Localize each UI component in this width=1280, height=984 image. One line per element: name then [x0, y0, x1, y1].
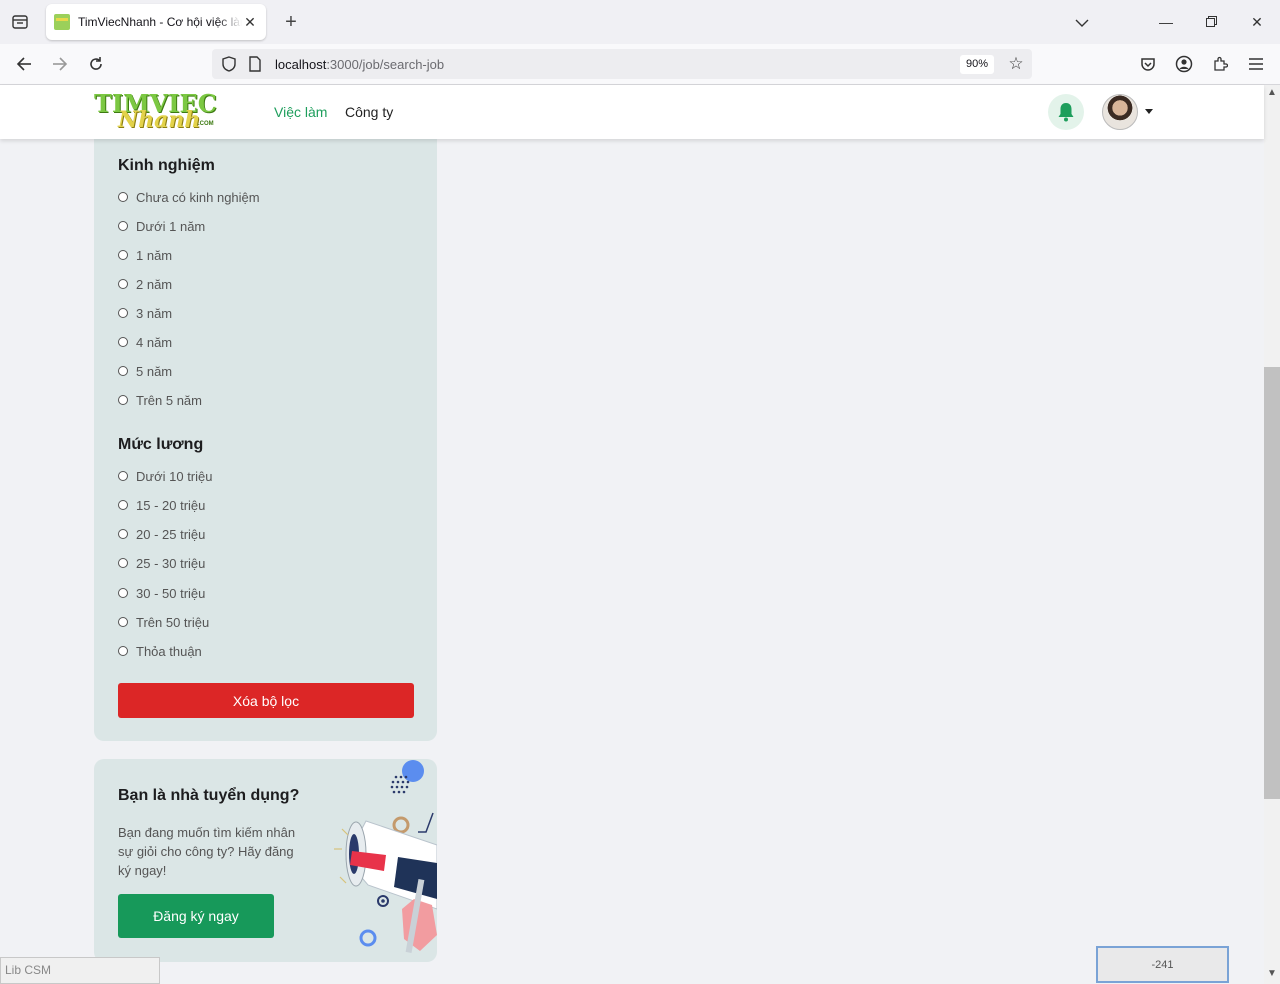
- experience-option[interactable]: Trên 5 năm: [118, 390, 202, 410]
- recruiter-promo-description: Bạn đang muốn tìm kiếm nhân sự giỏi cho …: [118, 825, 296, 878]
- experience-option[interactable]: Chưa có kinh nghiệm: [118, 187, 260, 207]
- experience-option[interactable]: 4 năm: [118, 332, 172, 352]
- new-tab-icon[interactable]: +: [280, 10, 302, 34]
- tab-close-icon[interactable]: ✕: [242, 14, 258, 30]
- radio-button[interactable]: [118, 250, 128, 260]
- salary-option[interactable]: 25 - 30 triệu: [118, 553, 205, 573]
- radio-button[interactable]: [118, 529, 128, 539]
- tab-list-icon[interactable]: [8, 10, 32, 34]
- radio-button[interactable]: [118, 558, 128, 568]
- radio-button[interactable]: [118, 192, 128, 202]
- browser-nav-bar: localhost:3000/job/search-job 90% ☆: [0, 44, 1280, 85]
- recruiter-promo-title: Bạn là nhà tuyển dụng?: [118, 787, 300, 804]
- radio-button[interactable]: [118, 337, 128, 347]
- radio-button[interactable]: [118, 395, 128, 405]
- experience-option[interactable]: 2 năm: [118, 274, 172, 294]
- url-text: localhost:3000/job/search-job: [275, 57, 445, 72]
- browser-tab-bar: TimViecNhanh - Cơ hội việc làm ✕ + — ✕: [0, 0, 1280, 44]
- experience-option[interactable]: 5 năm: [118, 361, 172, 381]
- back-arrow-icon[interactable]: [12, 52, 36, 76]
- tab-overflow-chevron-icon[interactable]: [1072, 12, 1092, 32]
- page-info-icon[interactable]: [248, 55, 264, 73]
- site-logo[interactable]: TIMVIEC Nhanh .COM: [94, 89, 220, 135]
- site-favicon-icon: [54, 14, 70, 30]
- user-menu-caret-icon[interactable]: [1145, 109, 1153, 114]
- counter-widget[interactable]: -241: [1096, 946, 1229, 983]
- salary-option[interactable]: 20 - 25 triệu: [118, 524, 205, 544]
- radio-button[interactable]: [118, 221, 128, 231]
- restore-icon[interactable]: [1201, 12, 1221, 32]
- minimize-icon[interactable]: —: [1156, 12, 1176, 32]
- salary-option[interactable]: Trên 50 triệu: [118, 612, 209, 632]
- notification-bell-icon[interactable]: [1048, 94, 1084, 130]
- radio-button[interactable]: [118, 308, 128, 318]
- site-header: TIMVIEC Nhanh .COM Việc làm Công ty: [0, 85, 1264, 139]
- hamburger-menu-icon[interactable]: [1244, 52, 1268, 76]
- nav-link-jobs[interactable]: Việc làm: [274, 104, 327, 120]
- tab-title: TimViecNhanh - Cơ hội việc làm: [78, 15, 242, 29]
- scroll-down-arrow-icon[interactable]: ▼: [1264, 968, 1280, 982]
- experience-option[interactable]: Dưới 1 năm: [118, 216, 205, 236]
- salary-filter-title: Mức lương: [118, 436, 204, 453]
- filter-panel: Kinh nghiệm Chưa có kinh nghiệm Dưới 1 n…: [94, 120, 437, 741]
- salary-option[interactable]: Dưới 10 triệu: [118, 466, 212, 486]
- register-now-button[interactable]: Đăng ký ngay: [118, 894, 274, 938]
- megaphone-illustration-icon: [334, 760, 437, 953]
- radio-button[interactable]: [118, 646, 128, 656]
- radio-button[interactable]: [118, 588, 128, 598]
- user-avatar[interactable]: [1102, 94, 1138, 130]
- account-icon[interactable]: [1172, 52, 1196, 76]
- tracking-shield-icon[interactable]: [220, 55, 238, 73]
- experience-option[interactable]: 1 năm: [118, 245, 172, 265]
- pocket-icon[interactable]: [1136, 52, 1160, 76]
- extensions-icon[interactable]: [1208, 52, 1232, 76]
- address-bar[interactable]: localhost:3000/job/search-job 90% ☆: [212, 49, 1032, 79]
- clear-filters-button[interactable]: Xóa bộ lọc: [118, 683, 414, 718]
- experience-option[interactable]: 3 năm: [118, 303, 172, 323]
- radio-button[interactable]: [118, 500, 128, 510]
- window-close-icon[interactable]: ✕: [1247, 12, 1267, 32]
- salary-option[interactable]: 15 - 20 triệu: [118, 495, 205, 515]
- bookmark-star-icon[interactable]: ☆: [1006, 54, 1026, 74]
- status-overlay: Lib CSM: [0, 957, 160, 984]
- salary-option[interactable]: Thỏa thuận: [118, 641, 202, 661]
- recruiter-promo-card: Bạn là nhà tuyển dụng? Bạn đang muốn tìm…: [94, 759, 437, 962]
- reload-icon[interactable]: [84, 52, 108, 76]
- page-scrollbar-thumb[interactable]: [1264, 367, 1280, 799]
- radio-button[interactable]: [118, 617, 128, 627]
- salary-option[interactable]: 30 - 50 triệu: [118, 583, 205, 603]
- forward-arrow-icon[interactable]: [48, 52, 72, 76]
- radio-button[interactable]: [118, 471, 128, 481]
- experience-filter-title: Kinh nghiệm: [118, 157, 215, 174]
- radio-button[interactable]: [118, 366, 128, 376]
- radio-button[interactable]: [118, 279, 128, 289]
- scroll-up-arrow-icon[interactable]: ▲: [1264, 87, 1280, 101]
- nav-link-companies[interactable]: Công ty: [345, 104, 393, 120]
- browser-tab-active[interactable]: TimViecNhanh - Cơ hội việc làm ✕: [46, 4, 266, 40]
- zoom-level-badge[interactable]: 90%: [960, 55, 994, 74]
